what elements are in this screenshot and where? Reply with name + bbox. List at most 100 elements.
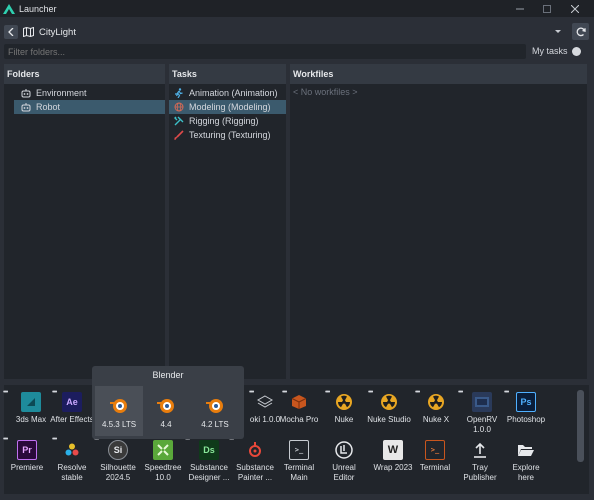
task-item-rigging[interactable]: Rigging (Rigging) [169, 114, 286, 128]
app-nuke[interactable]: Nuke [321, 392, 367, 425]
popup-title: Blender [152, 370, 184, 380]
silhouette-icon: Si [108, 440, 128, 460]
app-tray-publisher[interactable]: Tray Publisher [457, 440, 503, 483]
more-icon: ••• [458, 389, 463, 396]
close-button[interactable] [564, 0, 586, 17]
project-selector[interactable]: CityLight [23, 24, 589, 40]
task-item-texturing[interactable]: Texturing (Texturing) [169, 128, 286, 142]
speedtree-icon [153, 440, 173, 460]
task-label: Animation (Animation) [189, 88, 278, 98]
nuke-icon [334, 392, 354, 412]
app-label: Unreal Editor [332, 463, 356, 482]
resolve-icon [62, 440, 82, 460]
app-label: Nuke X [422, 415, 450, 424]
app-label: 3ds Max [15, 415, 47, 424]
app-label: Nuke [334, 415, 354, 424]
blender-icon [157, 399, 174, 413]
3ds-max-icon [21, 392, 41, 412]
refresh-button[interactable] [572, 23, 589, 40]
brush-icon [172, 129, 186, 141]
app-label: Substance Painter ... [236, 463, 274, 482]
title-bar: Launcher [0, 0, 594, 17]
refresh-icon [576, 27, 586, 36]
blender-version-4-4[interactable]: 4.4 [142, 386, 190, 436]
app-resolve[interactable]: Resolve stable [49, 440, 95, 483]
launcher-logo-icon [3, 3, 15, 14]
running-icon [172, 87, 186, 99]
wrap-icon: W [383, 440, 403, 460]
blender-version-4-2[interactable]: 4.2 LTS [191, 386, 239, 436]
nuke-studio-icon [379, 392, 399, 412]
maximize-button[interactable] [536, 0, 558, 17]
app-substance-designer[interactable]: Ds Substance Designer ... [186, 440, 232, 483]
layers-icon [255, 392, 275, 412]
app-terminal[interactable]: >_ Terminal [412, 440, 458, 473]
unreal-icon [334, 440, 354, 460]
app-premiere[interactable]: Pr Premiere [4, 440, 50, 473]
folders-panel: Folders Environment Robot [4, 64, 165, 379]
upload-icon [470, 440, 490, 460]
app-substance-painter[interactable]: Substance Painter ... [232, 440, 278, 483]
app-label: Speedtree 10.0 [144, 463, 182, 482]
app-explore-here[interactable]: Explore here [503, 440, 549, 483]
openrv-icon [472, 392, 492, 412]
app-nuke-x[interactable]: Nuke X [413, 392, 459, 425]
workfiles-header: Workfiles [290, 64, 587, 84]
workfiles-panel: Workfiles < No workfiles > [290, 64, 587, 379]
more-icon: ••• [282, 389, 287, 396]
app-nuke-studio[interactable]: Nuke Studio [366, 392, 412, 425]
app-label: Silhouette 2024.5 [100, 463, 136, 482]
more-icon: ••• [415, 389, 420, 396]
task-label: Modeling (Modeling) [189, 102, 271, 112]
blender-version-4-5-3[interactable]: 4.5.3 LTS [95, 386, 143, 436]
project-bar: CityLight [4, 23, 589, 41]
folder-item-environment[interactable]: Environment [14, 86, 165, 100]
task-label: Rigging (Rigging) [189, 116, 259, 126]
tasks-header: Tasks [169, 64, 286, 84]
more-icon: ••• [368, 389, 373, 396]
task-item-modeling[interactable]: Modeling (Modeling) [169, 100, 286, 114]
app-label: Premiere [10, 463, 44, 472]
app-openrv[interactable]: OpenRV 1.0.0 [459, 392, 505, 435]
app-terminal-main[interactable]: >_ Terminal Main [276, 440, 322, 483]
app-photoshop[interactable]: Ps Photoshop [503, 392, 549, 425]
app-scrollbar[interactable] [577, 390, 584, 462]
version-label: 4.4 [160, 420, 172, 429]
filter-folders-input[interactable] [4, 44, 526, 59]
nuke-x-icon [426, 392, 446, 412]
terminal-icon: >_ [425, 440, 445, 460]
app-unreal-editor[interactable]: Unreal Editor [321, 440, 367, 483]
back-button[interactable] [4, 25, 18, 39]
app-3ds-max[interactable]: 3ds Max [8, 392, 54, 425]
after-effects-icon: Ae [62, 392, 82, 412]
chevron-left-icon [8, 28, 14, 36]
app-label: Mocha Pro [279, 415, 319, 424]
robot-icon [19, 101, 33, 113]
minimize-button[interactable] [509, 0, 531, 17]
app-label: Tray Publisher [463, 463, 497, 482]
folder-label: Robot [36, 102, 61, 112]
substance-designer-icon: Ds [199, 440, 219, 460]
my-tasks-toggle[interactable] [572, 47, 581, 56]
photoshop-icon: Ps [516, 392, 536, 412]
wrench-icon [172, 115, 186, 127]
app-label: Photoshop [506, 415, 546, 424]
folder-item-robot[interactable]: Robot [14, 100, 165, 114]
app-wrap-2023[interactable]: W Wrap 2023 [370, 440, 416, 473]
workfiles-empty-message: < No workfiles > [293, 87, 358, 97]
app-label: Substance Designer ... [188, 463, 230, 482]
version-label: 4.5.3 LTS [101, 420, 137, 429]
task-item-animation[interactable]: Animation (Animation) [169, 86, 286, 100]
app-label: Explore here [512, 463, 540, 482]
app-label: Nuke Studio [367, 415, 411, 424]
app-after-effects[interactable]: Ae After Effects [49, 392, 95, 425]
more-icon: ••• [504, 389, 509, 396]
folder-open-icon [516, 440, 536, 460]
mocha-cube-icon [289, 392, 309, 412]
app-mocha-pro[interactable]: Mocha Pro [276, 392, 322, 425]
robot-icon [19, 87, 33, 99]
more-icon: ••• [249, 389, 254, 396]
blender-version-popup: Blender ⚙ 4.5.3 LTS 4.4 4.2 LTS [92, 366, 244, 439]
app-speedtree[interactable]: Speedtree 10.0 [140, 440, 186, 483]
app-silhouette[interactable]: Si Silhouette 2024.5 [95, 440, 141, 483]
